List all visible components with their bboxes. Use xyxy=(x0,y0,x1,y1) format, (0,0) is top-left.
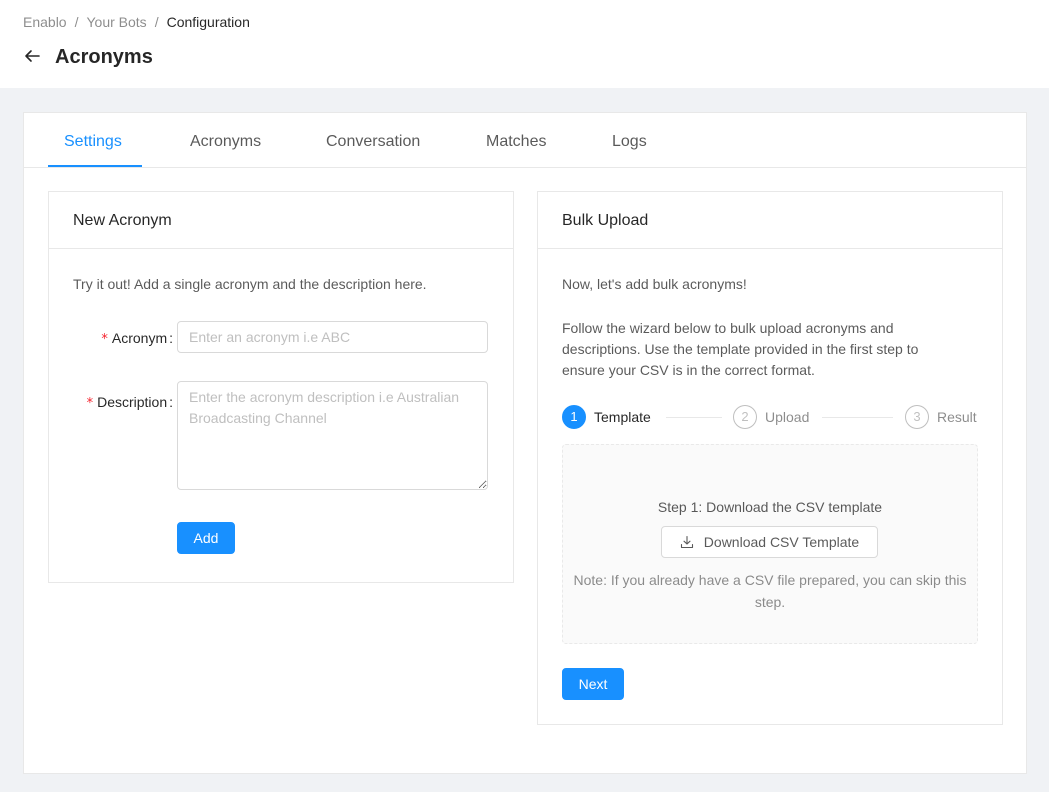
step-1-icon: 1 xyxy=(562,405,586,429)
step-2-icon: 2 xyxy=(733,405,757,429)
arrow-left-icon xyxy=(25,50,40,62)
add-button[interactable]: Add xyxy=(177,522,235,554)
back-button[interactable] xyxy=(22,46,42,66)
download-csv-template-button[interactable]: Download CSV Template xyxy=(661,526,878,558)
step-1-title: Template xyxy=(594,409,651,425)
breadcrumb-separator: / xyxy=(154,14,159,30)
acronym-label-text: Acronym xyxy=(111,330,168,346)
acronym-label: * Acronym: xyxy=(79,328,173,350)
step-2-title: Upload xyxy=(765,409,810,425)
step-note: Note: If you already have a CSV file pre… xyxy=(573,572,967,610)
breadcrumb-item-configuration: Configuration xyxy=(166,14,250,30)
page-title: Acronyms xyxy=(55,46,153,68)
breadcrumb-item-your-bots[interactable]: Your Bots xyxy=(86,14,146,30)
new-acronym-title: New Acronym xyxy=(73,212,172,229)
new-acronym-intro: Try it out! Add a single acronym and the… xyxy=(73,276,427,292)
description-label-text: Description xyxy=(97,394,168,410)
breadcrumb: Enablo / Your Bots / Configuration xyxy=(23,13,250,31)
bulk-upload-card: Bulk Upload Now, let's add bulk acronyms… xyxy=(537,191,1003,725)
step-3-icon: 3 xyxy=(905,405,929,429)
main-card: Settings Acronyms Conversation Matches L… xyxy=(23,112,1027,774)
tab-bar: Settings Acronyms Conversation Matches L… xyxy=(24,113,1026,168)
download-icon xyxy=(680,535,693,549)
breadcrumb-separator: / xyxy=(74,14,79,30)
breadcrumb-item-enablo[interactable]: Enablo xyxy=(23,14,67,30)
label-colon: : xyxy=(169,330,173,346)
step-connector xyxy=(666,417,722,418)
description-label: * Description: xyxy=(59,392,173,414)
bulk-upload-card-header: Bulk Upload xyxy=(538,192,1002,249)
tab-matches[interactable]: Matches xyxy=(486,113,546,168)
required-mark: * xyxy=(101,332,108,347)
tab-conversation[interactable]: Conversation xyxy=(326,113,420,168)
tab-ink-bar xyxy=(48,165,142,167)
new-acronym-card-header: New Acronym xyxy=(49,192,513,249)
page-header: Enablo / Your Bots / Configuration Acronyms xyxy=(0,0,1049,88)
acronym-input[interactable] xyxy=(177,321,488,353)
new-acronym-card: New Acronym Try it out! Add a single acr… xyxy=(48,191,514,583)
tab-acronyms[interactable]: Acronyms xyxy=(190,113,261,168)
tab-logs[interactable]: Logs xyxy=(612,113,647,168)
bulk-upload-instructions: Follow the wizard below to bulk upload a… xyxy=(562,320,919,378)
download-csv-template-label: Download CSV Template xyxy=(703,534,860,550)
bulk-upload-title: Bulk Upload xyxy=(562,212,649,229)
step-content-area: Step 1: Download the CSV template Downlo… xyxy=(562,444,978,644)
required-mark: * xyxy=(86,396,94,411)
step-connector xyxy=(822,417,893,418)
description-textarea[interactable] xyxy=(177,381,488,490)
tab-settings[interactable]: Settings xyxy=(64,113,122,168)
step-heading: Step 1: Download the CSV template xyxy=(657,499,883,515)
bulk-upload-intro: Now, let's add bulk acronyms! xyxy=(562,276,747,292)
step-3-title: Result xyxy=(937,409,977,425)
next-button[interactable]: Next xyxy=(562,668,624,700)
label-colon: : xyxy=(169,394,173,410)
